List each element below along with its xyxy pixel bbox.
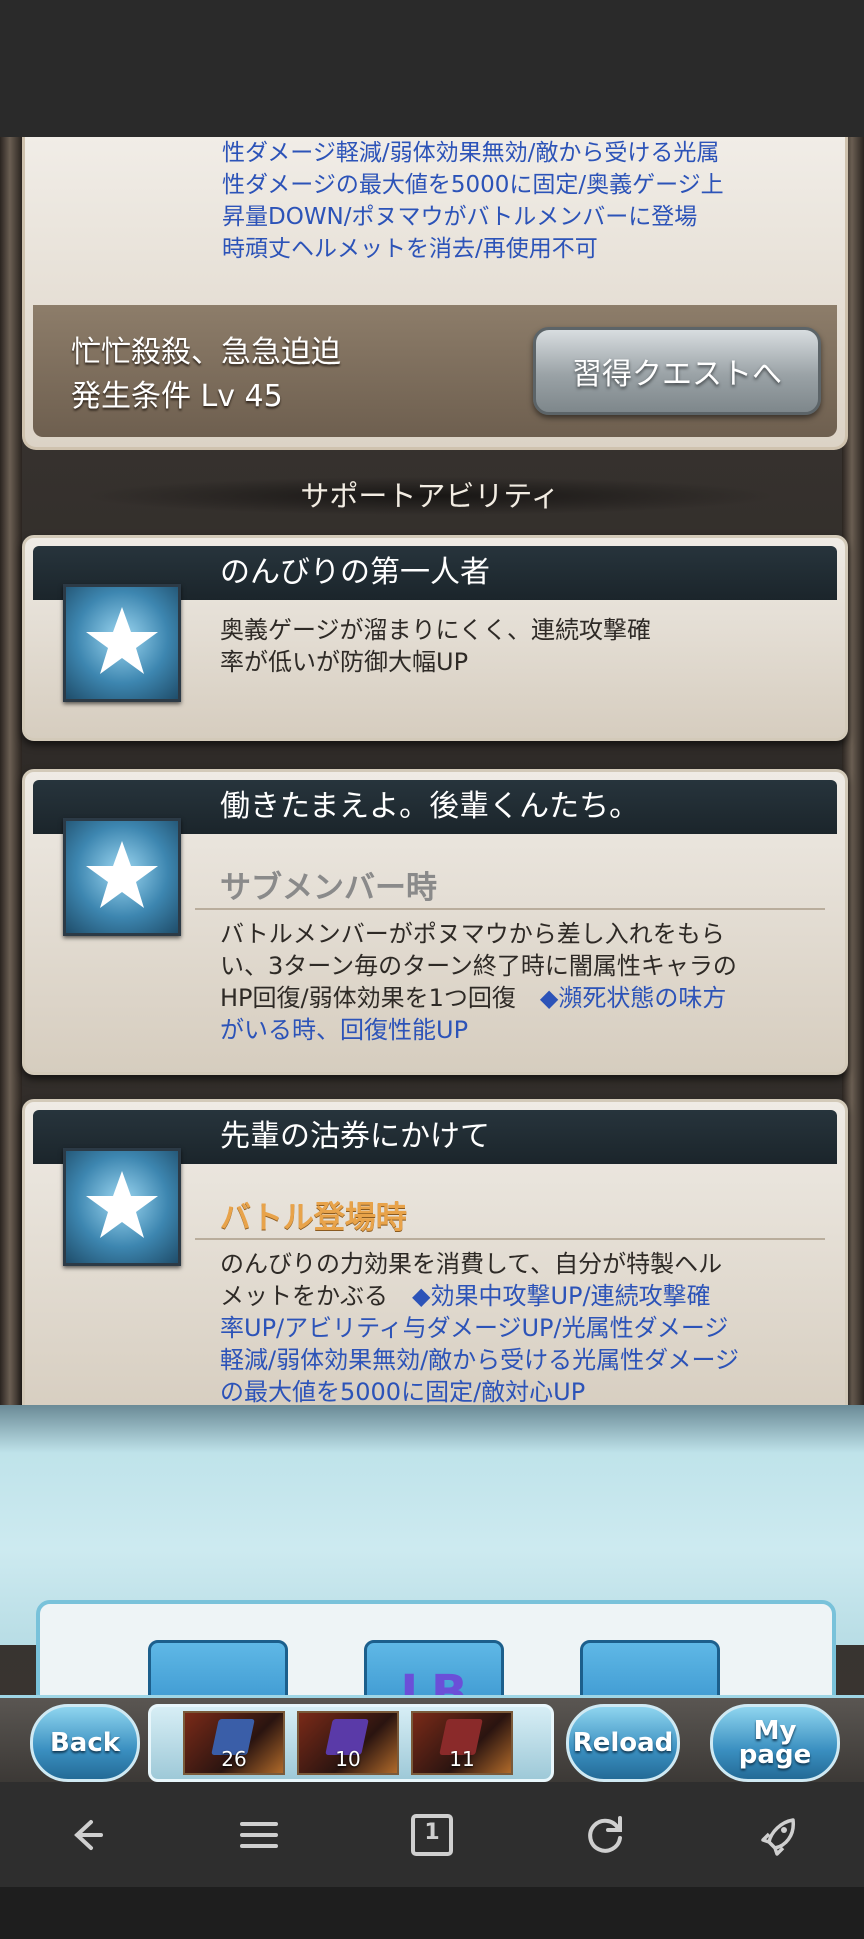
skill-card-top: 性ダメージ軽減/弱体効果無効/敵から受ける光属 性ダメージの最大値を5000に固… [22,137,848,450]
tab-count: 1 [424,1820,440,1845]
skill-title: 忙忙殺殺、急急迫迫 [71,335,341,370]
item-slot[interactable]: 10 [297,1711,399,1775]
item-slot[interactable]: 26 [183,1711,285,1775]
desc-line: 性ダメージの最大値を5000に固定/奥義ゲージ上 [222,172,724,198]
skill-effect-line: の最大値を5000に固定/敵対心UP [220,1378,586,1406]
skill-condition: サブメンバー時 [220,870,437,906]
skill-name: 先輩の沽券にかけて [220,1119,490,1154]
star-skill-icon [63,818,181,936]
tabs-icon[interactable]: 1 [407,1810,457,1860]
skill-text-line: い、3ターン毎のターン終了時に闇属性キャラの [220,952,737,980]
star-skill-icon [63,1148,181,1266]
divider [195,908,825,910]
item-count: 26 [221,1747,247,1771]
skill-description: 性ダメージ軽減/弱体効果無効/敵から受ける光属 性ダメージの最大値を5000に固… [222,137,822,265]
rocket-icon[interactable] [753,1810,803,1860]
support-skill-card: 働きたまえよ。後輩くんたち。 サブメンバー時 バトルメンバーがポヌマウから差し入… [22,769,848,1075]
skill-text-segment: HP回復/弱体効果を1つ回復 [220,984,540,1012]
skill-text-line: HP回復/弱体効果を1つ回復 ◆瀕死状態の味方 [220,982,820,1014]
skill-text: バトルメンバーがポヌマウから差し入れをもら い、3ターン毎のターン終了時に闇属性… [220,918,820,1046]
item-count: 11 [449,1747,475,1771]
divider [195,1238,825,1240]
skill-footer: 忙忙殺殺、急急迫迫 発生条件 Lv 45 習得クエストへ [33,305,837,437]
back-button[interactable]: Back [30,1704,140,1782]
skill-effect-line: がいる時、回復性能UP [220,1016,469,1044]
star-skill-icon [63,584,181,702]
skill-effect-segment: ◆効果中攻撃UP/連続攻撃確 [412,1282,711,1310]
item-shortcuts: 26 10 11 [148,1704,554,1782]
item-count: 10 [335,1747,361,1771]
status-bar [0,0,864,137]
menu-icon[interactable] [234,1810,284,1860]
star-icon [86,841,158,908]
skill-text: のんびりの力効果を消費して、自分が特製ヘル メットをかぶる ◆効果中攻撃UP/連… [220,1248,820,1408]
refresh-icon[interactable] [580,1810,630,1860]
skill-text-line: メットをかぶる ◆効果中攻撃UP/連続攻撃確 [220,1280,820,1312]
support-skill-card: 先輩の沽券にかけて バトル登場時 のんびりの力効果を消費して、自分が特製ヘル メ… [22,1099,848,1427]
game-toolbar: Back 26 10 11 Reload My page [0,1695,864,1785]
skill-effect-line: 軽減/弱体効果無効/敵から受ける光属性ダメージ [220,1346,739,1374]
skill-name: 働きたまえよ。後輩くんたち。 [220,789,640,824]
desc-line: 性ダメージ軽減/弱体効果無効/敵から受ける光属 [222,140,720,166]
back-arrow-icon[interactable] [61,1810,111,1860]
mypage-button[interactable]: My page [710,1704,840,1782]
mypage-label-line: page [738,1740,812,1770]
skill-text-segment: メットをかぶる [220,1282,412,1310]
skill-text-line: 奥義ゲージが溜まりにくく、連続攻撃確 [220,616,652,644]
reload-button[interactable]: Reload [566,1704,680,1782]
support-skill-card: のんびりの第一人者 奥義ゲージが溜まりにくく、連続攻撃確 率が低いが防御大幅UP [22,535,848,741]
frame-left [0,137,22,1557]
star-icon [86,1171,158,1238]
skill-text-line: のんびりの力効果を消費して、自分が特製ヘル [220,1250,723,1278]
support-ability-heading: サポートアビリティ [90,477,770,515]
star-icon [86,607,158,674]
system-bottom-strip [0,1887,864,1939]
skill-effect-segment: ◆瀕死状態の味方 [539,984,727,1012]
browser-navbar: 1 [0,1782,864,1887]
desc-line: 昇量DOWN/ポヌマウがバトルメンバーに登場 [222,204,698,230]
unlock-condition: 発生条件 Lv 45 [71,379,283,414]
skill-name: のんびりの第一人者 [220,555,490,590]
skill-effect-line: 率UP/アビリティ与ダメージUP/光属性ダメージ [220,1314,729,1342]
learn-quest-button[interactable]: 習得クエストへ [533,327,821,415]
desc-line: 時頑丈ヘルメットを消去/再使用不可 [222,236,598,262]
skill-text-line: 率が低いが防御大幅UP [220,648,469,676]
skill-text: 奥義ゲージが溜まりにくく、連続攻撃確 率が低いが防御大幅UP [220,614,820,678]
skill-text-line: バトルメンバーがポヌマウから差し入れをもら [220,920,725,948]
skill-condition: バトル登場時 [220,1200,407,1236]
item-slot[interactable]: 11 [411,1711,513,1775]
